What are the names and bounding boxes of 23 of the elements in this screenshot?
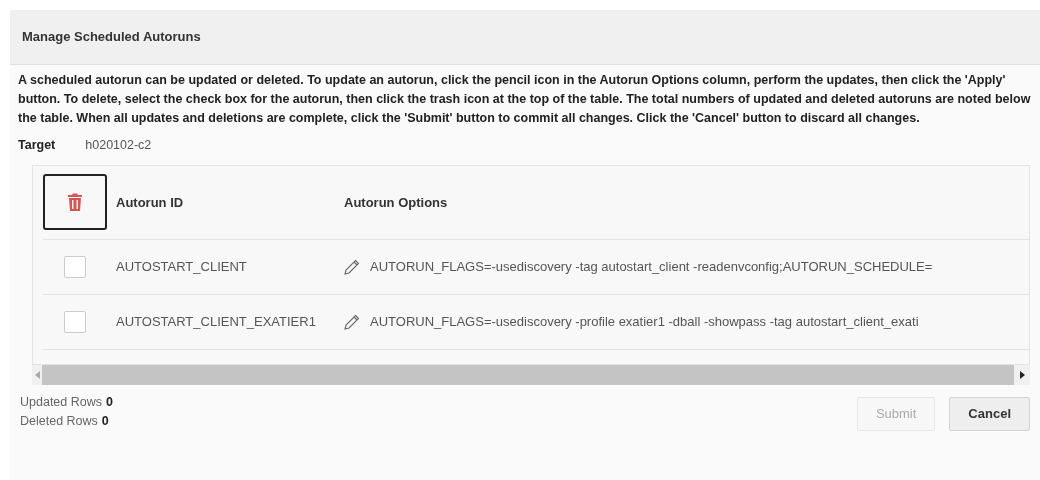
row-checkbox[interactable] [64,310,86,333]
column-header: Autorun Options [344,193,448,212]
row-checkbox[interactable] [64,255,86,278]
table-cell-text: AUTORUN_FLAGS=-usediscovery -profile exatier1 -dball -showpass -tag autostart_client_exati [370,313,919,331]
summary-label: Deleted Rows [20,412,98,430]
column-header: Autorun ID [116,193,185,212]
instructions-text: A scheduled autorun can be updated or deleted. To update an autorun, click the pencil icon in the Autorun Options column, perform the updates, then click the 'Apply' button. To delete, select the check box for the autorun, then click the trash icon at the top of the table. The total numbers of updated and deleted autoruns are noted below the table. When all updates and deletions are complete, click the 'Submit' button to commit all changes. Click the 'Cancel' button to discard all changes. [17,72,1032,127]
delete-button[interactable] [43,174,107,231]
pencil-icon [344,313,360,330]
dialog-title: Manage Scheduled Autoruns [22,28,201,47]
table-cell-text: AUTOSTART_CLIENT [116,258,248,276]
trash-icon [67,193,83,212]
target-value: h020102-c2 [85,137,152,154]
table-cell-text: AUTOSTART_CLIENT_EXATIER1 [116,313,317,331]
edit-button[interactable] [344,258,360,275]
table-cell-text: AUTORUN_FLAGS=-usediscovery -tag autostart_client -readenvconfig;AUTORUN_SCHEDULE= [370,258,933,276]
edit-button[interactable] [344,313,360,330]
target-label: Target [18,137,56,154]
summary-count: 0 [101,412,109,430]
summary-label: Updated Rows [20,393,102,411]
footer-button[interactable]: Cancel [949,396,1030,431]
pencil-icon [344,258,360,275]
summary-count: 0 [106,393,113,411]
